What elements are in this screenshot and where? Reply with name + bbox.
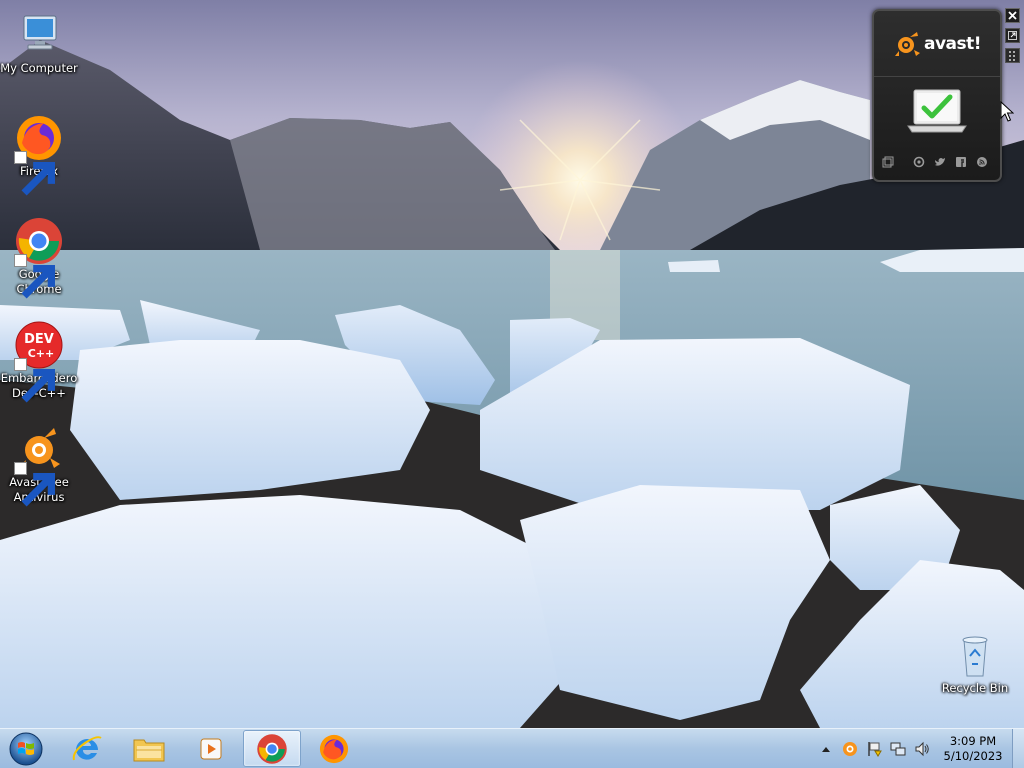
desktop-icon-recycle-bin[interactable]: Recycle Bin: [936, 630, 1014, 696]
clock-time: 3:09 PM: [949, 734, 997, 748]
taskbar-media-player[interactable]: [182, 730, 240, 767]
show-desktop-button[interactable]: [1012, 729, 1024, 768]
close-icon: [1008, 11, 1017, 20]
start-button[interactable]: [6, 731, 46, 767]
network-icon: [890, 742, 906, 756]
taskbar-google-chrome[interactable]: [243, 730, 301, 767]
taskbar: 3:09 PM 5/10/2023: [0, 728, 1024, 768]
internet-explorer-icon: [72, 735, 102, 760]
gadget-drag-handle[interactable]: [1005, 48, 1020, 63]
shortcut-arrow-icon: [14, 151, 56, 196]
window-icon[interactable]: [882, 156, 894, 168]
facebook-icon[interactable]: [955, 156, 967, 168]
firefox-icon: [319, 734, 349, 763]
avast-logo[interactable]: avast!: [893, 30, 982, 58]
chrome-icon: [257, 733, 287, 764]
media-player-icon: [200, 738, 222, 759]
show-hidden-icons-button[interactable]: [818, 741, 834, 757]
avast-status-area[interactable]: [874, 77, 1000, 147]
desktop-icon-embarcadero-dev-cpp[interactable]: DEV C++ Embarcadero Dev-C++: [0, 320, 78, 403]
chevron-up-icon: [822, 747, 830, 752]
shortcut-arrow-icon: [14, 358, 56, 403]
avast-icon: [14, 424, 64, 507]
recycle-bin-icon: [950, 630, 1000, 680]
desktop-icon-avast-free-antivirus[interactable]: Avast Free Antivirus: [0, 424, 78, 507]
laptop-check-icon: [907, 89, 967, 133]
desktop-icon-label: My Computer: [0, 61, 78, 75]
twitter-icon[interactable]: [934, 156, 946, 168]
avast-icon: [843, 742, 857, 756]
folder-icon: [133, 739, 165, 761]
gadget-resize-button[interactable]: [1005, 28, 1020, 43]
action-center-tray-icon[interactable]: [866, 741, 882, 757]
desktop-icon-label: Recycle Bin: [941, 681, 1009, 695]
taskbar-firefox[interactable]: [305, 730, 363, 767]
shortcut-arrow-icon: [14, 462, 56, 507]
volume-icon: [915, 741, 929, 757]
taskbar-internet-explorer[interactable]: [58, 730, 116, 767]
avast-logo-text: avast!: [923, 33, 982, 54]
chrome-icon: [14, 216, 64, 299]
shortcut-arrow-icon: [14, 254, 56, 299]
taskbar-file-explorer[interactable]: [120, 730, 178, 767]
avast-tray-icon[interactable]: [842, 741, 858, 757]
avast-gadget-header: avast!: [874, 11, 1000, 77]
avast-logo-icon: [894, 31, 920, 56]
desktop-icon-my-computer[interactable]: My Computer: [0, 10, 78, 76]
network-tray-icon[interactable]: [890, 741, 906, 757]
dev-cpp-icon: DEV C++: [14, 320, 64, 403]
dev-icon-text-top: DEV: [24, 332, 54, 347]
flag-icon: [868, 742, 882, 757]
avast-desktop-gadget[interactable]: avast!: [872, 9, 1002, 182]
refresh-icon[interactable]: [913, 156, 925, 168]
clock[interactable]: 3:09 PM 5/10/2023: [940, 734, 1006, 764]
firefox-icon: [14, 113, 64, 196]
drag-grip-icon: [1009, 51, 1015, 61]
mouse-cursor-icon: [1000, 101, 1014, 122]
system-tray: 3:09 PM 5/10/2023: [814, 729, 1006, 768]
windows-orb-icon: [9, 732, 43, 766]
computer-icon: [14, 10, 64, 60]
desktop-icon-google-chrome[interactable]: Google Chrome: [0, 216, 78, 299]
desktop-wallpaper: [0, 0, 1024, 768]
clock-date: 5/10/2023: [943, 749, 1003, 763]
gadget-controls: [1005, 8, 1022, 68]
desktop-icon-firefox[interactable]: Firefox: [0, 113, 78, 196]
avast-gadget-toolbar: [874, 147, 1000, 177]
gadget-close-button[interactable]: [1005, 8, 1020, 23]
rss-icon[interactable]: [976, 156, 988, 168]
resize-icon: [1008, 31, 1017, 40]
volume-tray-icon[interactable]: [914, 741, 930, 757]
